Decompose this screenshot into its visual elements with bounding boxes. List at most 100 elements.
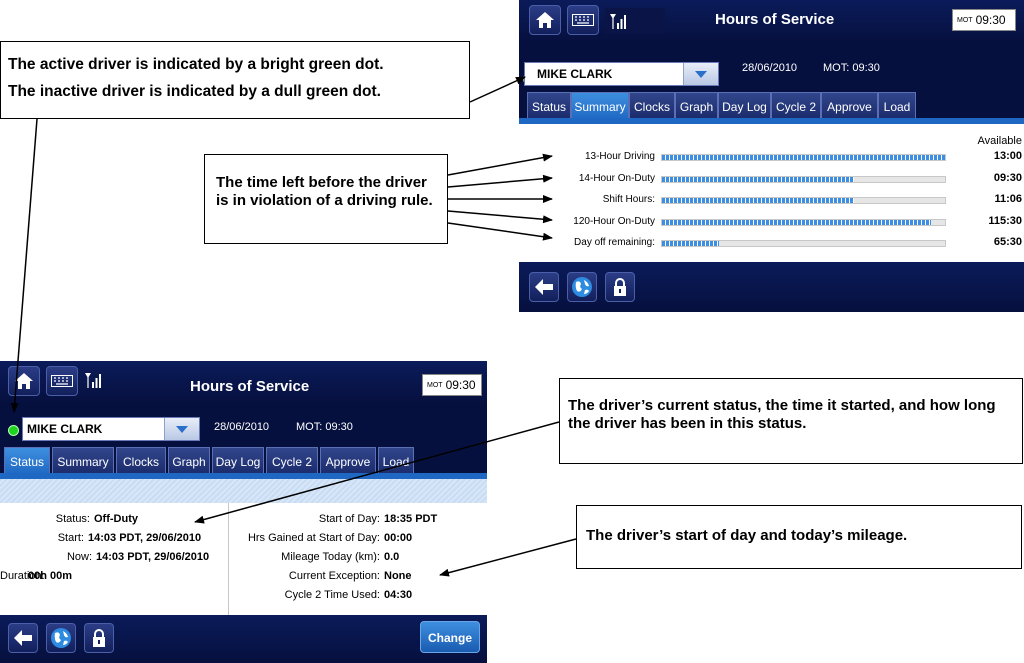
status-clock: MOT 09:30 <box>422 374 482 396</box>
lock-icon <box>614 278 626 296</box>
summary-bottom-bar <box>519 262 1024 312</box>
tab-clocks[interactable]: Clocks <box>629 92 675 120</box>
callout-driver-dot-line1: The active driver is indicated by a brig… <box>8 56 384 73</box>
status-right-label: Current Exception: <box>288 570 380 582</box>
status-right-row: Hrs Gained at Start of Day: <box>232 532 380 544</box>
status-keyboard-button[interactable] <box>46 366 78 396</box>
tab-cycle-2[interactable]: Cycle 2 <box>771 92 821 120</box>
tab-load[interactable]: Load <box>878 92 916 120</box>
signal-indicator <box>605 8 665 34</box>
keyboard-button[interactable] <box>567 5 599 35</box>
status-tab-bar: Status Summary Clocks Graph Day Log Cycl… <box>0 441 487 477</box>
status-screen: Hours of Service MOT 09:30 MIKE CLARK 28/… <box>0 361 487 663</box>
status-right-value: 18:35 PDT <box>384 513 438 525</box>
summary-row-value: 115:30 <box>988 214 1022 227</box>
summary-row-label: Shift Hours: <box>602 194 655 205</box>
globe-icon <box>51 628 71 648</box>
status-tab-day-log[interactable]: Day Log <box>212 447 264 475</box>
tab-summary[interactable]: Summary <box>571 92 629 120</box>
summary-mot: MOT: 09:30 <box>823 62 880 74</box>
callout-current-status-text: The driver’s current status, the time it… <box>568 397 996 432</box>
status-home-button[interactable] <box>8 366 40 396</box>
summary-page-title: Hours of Service <box>715 11 835 28</box>
status-back-button[interactable] <box>8 623 38 653</box>
home-button[interactable] <box>529 5 561 35</box>
home-icon <box>536 12 554 28</box>
status-tab-cycle-2[interactable]: Cycle 2 <box>266 447 318 475</box>
tab-approve[interactable]: Approve <box>821 92 878 120</box>
status-right-label: Mileage Today (km): <box>281 551 380 563</box>
summary-driver-dropdown[interactable] <box>683 63 718 85</box>
lock-button[interactable] <box>605 272 635 302</box>
summary-row-value: 11:06 <box>994 193 1022 205</box>
status-right-value: 0.0 <box>384 551 400 563</box>
status-globe-button[interactable] <box>46 623 76 653</box>
status-right-row: Mileage Today (km): <box>232 551 380 563</box>
summary-screen: Hours of Service MOT 09:30 MIKE CLARK 28/… <box>519 0 1024 312</box>
status-right-row: Current Exception: <box>232 570 380 582</box>
dropdown-arrow-icon <box>695 70 707 78</box>
summary-row-bar <box>661 240 946 247</box>
summary-row-value: 09:30 <box>993 171 1022 184</box>
status-top-bar: Hours of Service MOT 09:30 <box>0 361 487 405</box>
summary-clock-prefix: MOT <box>957 16 973 24</box>
keyboard-icon <box>51 375 73 387</box>
tab-day-log[interactable]: Day Log <box>718 92 771 120</box>
status-left-label: Status: <box>55 513 90 525</box>
tab-status[interactable]: Status <box>527 92 571 120</box>
summary-row-bar <box>661 197 946 204</box>
status-right-label: Hrs Gained at Start of Day: <box>247 532 380 544</box>
summary-top-bar: Hours of Service MOT 09:30 <box>519 0 1024 44</box>
summary-row-bar-fill <box>662 198 855 203</box>
summary-clock: MOT 09:30 <box>952 9 1016 31</box>
summary-row-bar-fill <box>662 219 931 225</box>
status-left-value: 14:03 PDT, 29/06/2010 <box>88 532 202 544</box>
status-tab-summary[interactable]: Summary <box>52 447 114 475</box>
status-content: Status: Off-Duty Start: 14:03 PDT, 29/06/20… <box>0 503 487 615</box>
status-left-row: Duration:00h 00m <box>0 570 72 582</box>
status-tab-graph[interactable]: Graph <box>168 447 210 475</box>
status-signal-indicator <box>84 371 110 395</box>
status-active-driver-dot <box>8 425 19 436</box>
status-tab-load[interactable]: Load <box>378 447 414 475</box>
summary-date: 28/06/2010 <box>742 62 798 74</box>
callout-driver-dot: The active driver is indicated by a brig… <box>0 41 470 119</box>
summary-tab-bar: Status Summary Clocks Graph Day Log Cycl… <box>519 88 1024 120</box>
back-arrow-icon <box>14 630 32 646</box>
status-band <box>0 479 487 503</box>
status-driver-dropdown[interactable] <box>164 418 199 440</box>
callout-time-left-text: The time left before the driver is in vi… <box>216 174 433 209</box>
signal-icon <box>85 373 101 388</box>
change-button[interactable]: Change <box>420 621 480 653</box>
status-right-label: Start of Day: <box>318 513 380 525</box>
status-left-value: 14:03 PDT, 29/06/2010 <box>96 551 210 563</box>
available-header: Available <box>977 135 1022 147</box>
summary-row-bar <box>661 218 946 226</box>
globe-icon <box>572 277 592 297</box>
status-clock-prefix: MOT <box>427 381 443 389</box>
summary-row-bar-fill <box>662 241 719 246</box>
callout-start-of-day: The driver’s start of day and today’s mi… <box>576 505 1022 569</box>
status-driver-select[interactable]: MIKE CLARK <box>22 417 200 441</box>
back-button[interactable] <box>529 272 559 302</box>
status-left-label: Now: <box>66 551 92 563</box>
status-bottom-bar: Change <box>0 615 487 663</box>
status-left-value: 00h 00m <box>28 570 73 582</box>
dropdown-arrow-icon <box>176 425 188 433</box>
tab-graph[interactable]: Graph <box>675 92 718 120</box>
status-tab-clocks[interactable]: Clocks <box>116 447 166 475</box>
summary-driver-bar: MIKE CLARK 28/06/2010 MOT: 09:30 <box>519 44 1024 88</box>
status-lock-button[interactable] <box>84 623 114 653</box>
status-divider <box>228 503 229 615</box>
status-tab-approve[interactable]: Approve <box>320 447 376 475</box>
summary-row-label: 120-Hour On-Duty <box>573 215 655 227</box>
status-page-title: Hours of Service <box>190 378 310 395</box>
back-arrow-icon <box>535 279 553 295</box>
summary-row-bar <box>661 175 946 183</box>
status-left-label: Start: <box>57 532 84 544</box>
status-left-row: Start: 14:03 PDT, 29/06/2010 <box>0 532 201 544</box>
globe-button[interactable] <box>567 272 597 302</box>
summary-driver-select[interactable]: MIKE CLARK <box>524 62 719 86</box>
status-tab-status[interactable]: Status <box>4 447 50 475</box>
callout-time-left: The time left before the driver is in vi… <box>204 154 448 244</box>
